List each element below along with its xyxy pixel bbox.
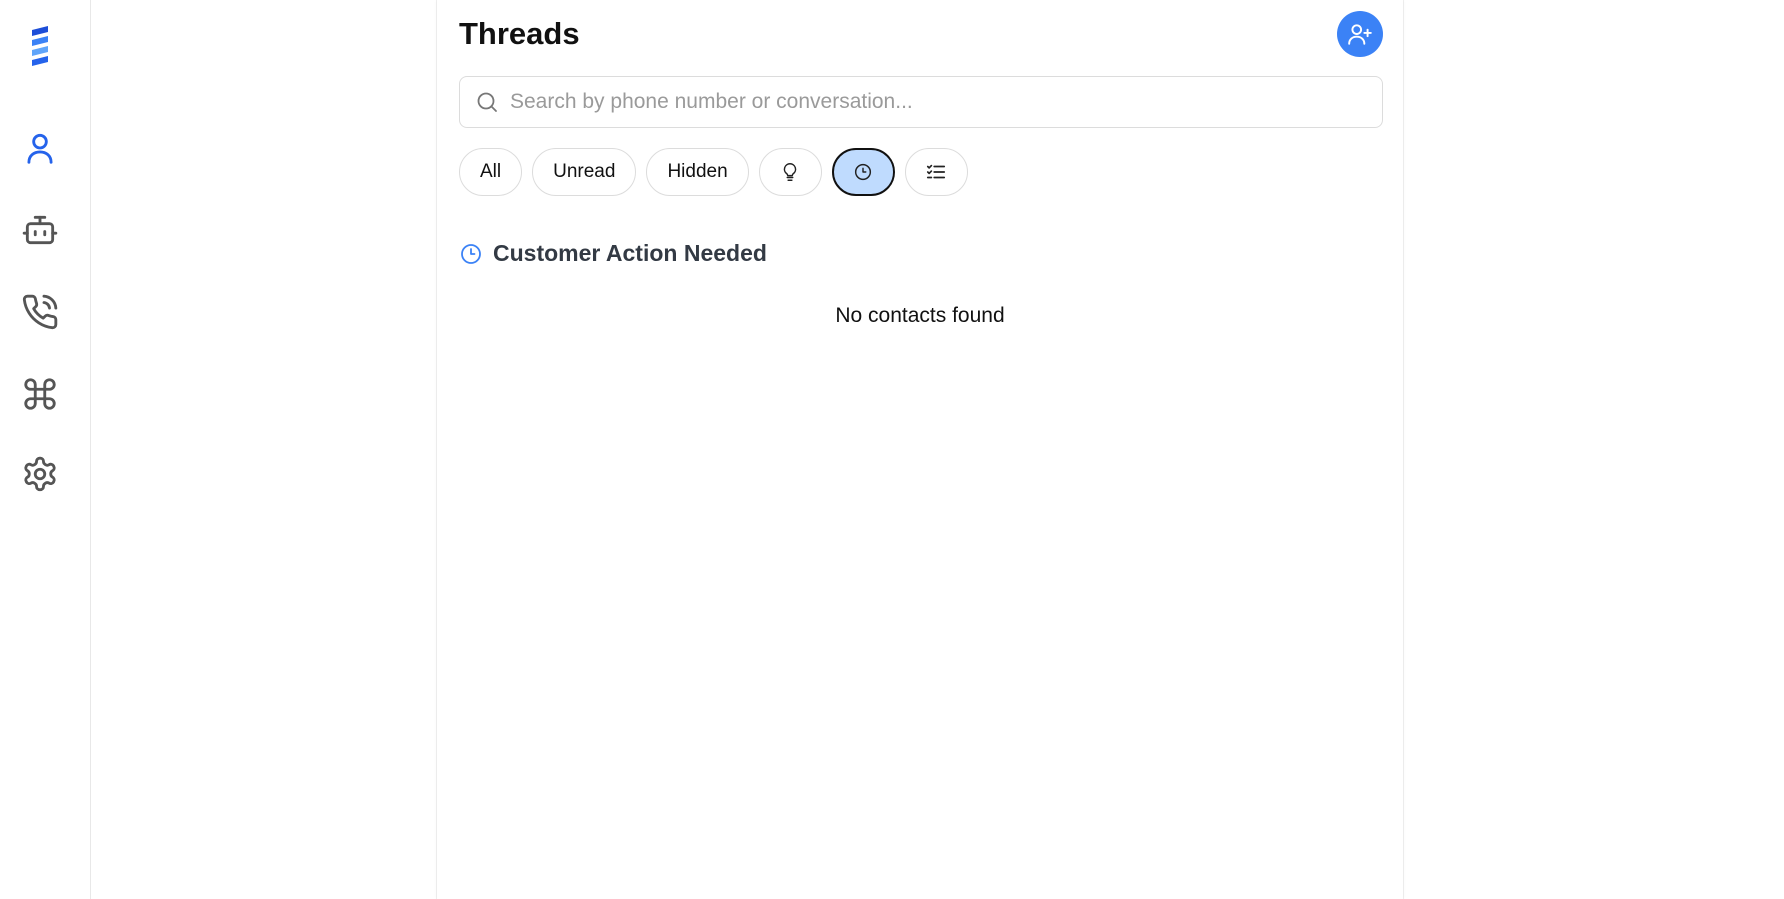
filter-insights[interactable]: [758, 148, 822, 196]
empty-state-message: No contacts found: [835, 304, 1005, 327]
bot-icon: [22, 215, 58, 245]
list-checks-icon: [927, 164, 946, 179]
filter-chips: All Unread Hidden: [459, 148, 968, 196]
sidebar-rail: [0, 0, 91, 899]
user-icon: [27, 133, 53, 164]
settings-icon: [24, 456, 56, 492]
add-contact-button[interactable]: [1337, 11, 1383, 57]
section-header: Customer Action Needed: [459, 240, 767, 267]
search-icon: [474, 89, 500, 115]
search-input[interactable]: [510, 77, 1382, 127]
filter-tasks[interactable]: [904, 148, 968, 196]
sidebar-item-commands[interactable]: [16, 370, 64, 418]
clock-icon: [461, 243, 481, 264]
section-title: Customer Action Needed: [493, 240, 767, 266]
filter-customer-action[interactable]: [831, 148, 895, 196]
filter-unread[interactable]: Unread: [532, 148, 637, 196]
sidebar-item-bot[interactable]: [16, 206, 64, 254]
search-bar: [459, 76, 1383, 128]
threads-panel: Threads All Unread Hidden: [437, 0, 1403, 899]
sidebar-item-calls[interactable]: [16, 288, 64, 336]
command-icon: [24, 378, 56, 410]
lightbulb-icon: [783, 163, 797, 181]
logo-icon[interactable]: [24, 24, 56, 68]
sidebar-item-contacts[interactable]: [16, 124, 64, 172]
phone-call-icon: [22, 294, 58, 330]
filter-hidden[interactable]: Hidden: [646, 148, 749, 196]
page-title: Threads: [459, 16, 580, 51]
filter-all[interactable]: All: [459, 148, 523, 196]
sidebar-item-settings[interactable]: [16, 450, 64, 498]
user-plus-icon: [1348, 24, 1372, 45]
clock-icon: [855, 163, 872, 181]
